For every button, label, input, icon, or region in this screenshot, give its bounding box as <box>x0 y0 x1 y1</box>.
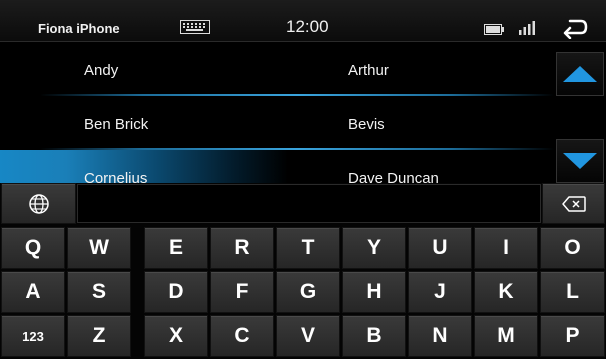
key-z[interactable]: Z <box>67 315 131 357</box>
key-w[interactable]: W <box>67 227 131 269</box>
numbers-key[interactable]: 123 <box>1 315 65 357</box>
contact-name[interactable]: Cornelius <box>84 170 147 183</box>
backspace-icon <box>561 195 586 212</box>
keyboard-icon <box>180 20 210 34</box>
key-d[interactable]: D <box>144 271 208 313</box>
device-name: Fiona iPhone <box>38 21 120 36</box>
key-p[interactable]: P <box>540 315 605 357</box>
key-l[interactable]: L <box>540 271 605 313</box>
battery-icon <box>484 24 504 35</box>
clock: 12:00 <box>286 17 329 36</box>
key-s[interactable]: S <box>67 271 131 313</box>
contact-name[interactable]: Andy <box>84 62 118 79</box>
key-m[interactable]: M <box>474 315 538 357</box>
key-r[interactable]: R <box>210 227 274 269</box>
key-h[interactable]: H <box>342 271 406 313</box>
key-j[interactable]: J <box>408 271 472 313</box>
key-g[interactable]: G <box>276 271 340 313</box>
key-f[interactable]: F <box>210 271 274 313</box>
contact-row-selected: Cornelius Dave Duncan <box>0 150 554 183</box>
key-a[interactable]: A <box>1 271 65 313</box>
signal-icon <box>519 21 535 35</box>
key-v[interactable]: V <box>276 315 340 357</box>
scroll-bar <box>554 42 606 183</box>
scroll-up-button[interactable] <box>556 52 604 96</box>
backspace-key[interactable] <box>542 183 605 224</box>
key-k[interactable]: K <box>474 271 538 313</box>
search-input[interactable] <box>77 184 541 223</box>
scroll-down-button[interactable] <box>556 139 604 183</box>
key-i[interactable]: I <box>474 227 538 269</box>
key-y[interactable]: Y <box>342 227 406 269</box>
key-q[interactable]: Q <box>1 227 65 269</box>
triangle-down-icon <box>563 153 597 169</box>
key-o[interactable]: O <box>540 227 605 269</box>
triangle-up-icon <box>563 66 597 82</box>
keyboard: Q W E R T Y U I O A S D F G H J K L 123 … <box>0 183 606 359</box>
contact-list: Andy Arthur Ben Brick Bevis Cornelius Da… <box>0 42 554 183</box>
contact-name[interactable]: Arthur <box>348 62 389 79</box>
key-t[interactable]: T <box>276 227 340 269</box>
status-bar: Fiona iPhone 12:00 <box>0 0 606 42</box>
key-e[interactable]: E <box>144 227 208 269</box>
globe-icon <box>28 193 49 214</box>
contact-name[interactable]: Dave Duncan <box>348 170 439 183</box>
key-u[interactable]: U <box>408 227 472 269</box>
key-n[interactable]: N <box>408 315 472 357</box>
contact-name[interactable]: Bevis <box>348 116 385 133</box>
key-c[interactable]: C <box>210 315 274 357</box>
contact-name[interactable]: Ben Brick <box>84 116 148 133</box>
language-key[interactable] <box>1 183 76 224</box>
contact-row: Ben Brick Bevis <box>0 96 554 150</box>
key-x[interactable]: X <box>144 315 208 357</box>
contact-row: Andy Arthur <box>0 42 554 96</box>
back-button[interactable] <box>562 17 588 39</box>
key-b[interactable]: B <box>342 315 406 357</box>
